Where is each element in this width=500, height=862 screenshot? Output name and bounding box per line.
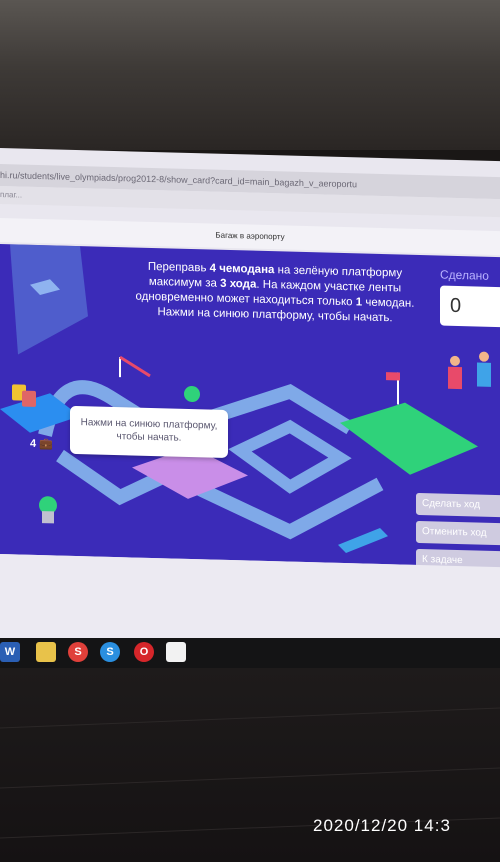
instruction-text: на зелёную платформу [274, 264, 403, 280]
finish-platform[interactable] [340, 401, 478, 477]
plant-pot [42, 511, 54, 524]
skype-alt-icon[interactable]: S [100, 642, 120, 662]
taskbar: W S S O [0, 638, 500, 668]
instruction-text: максимум за [148, 275, 221, 290]
moves-counter: Сделано 0 [440, 268, 500, 332]
undo-move-button[interactable]: Отменить ход [416, 520, 500, 546]
person-body [448, 366, 462, 390]
monitor-bezel [0, 0, 500, 150]
suitcase-icon: 💼 [39, 438, 53, 451]
task-instruction: Переправь 4 чемодана на зелёную платформ… [110, 259, 440, 328]
conveyor-belt[interactable] [56, 449, 164, 506]
instruction-highlight: 4 чемодана [209, 262, 275, 277]
conveyor-belt-loop[interactable] [228, 419, 352, 494]
window-shape [10, 244, 88, 355]
person-icon [450, 355, 460, 366]
gate-bar [119, 355, 151, 378]
instruction-text: . На каждом участке ленты [256, 278, 402, 295]
counter-value: 0 [440, 285, 500, 328]
bookmark-item[interactable]: плаг... [0, 190, 22, 200]
suitcase-count-value: 4 [30, 437, 37, 450]
suitcase-count: 4 💼 [30, 437, 53, 451]
game-area: Переправь 4 чемодана на зелёную платформ… [0, 244, 500, 574]
page-title: Багаж в аэропорту [215, 230, 285, 242]
word-icon[interactable]: W [0, 642, 20, 662]
person-body [477, 362, 491, 387]
document-icon[interactable] [166, 642, 186, 662]
skype-icon[interactable]: S [68, 642, 88, 662]
suitcase-icon [22, 390, 36, 407]
instruction-text: чемодан. [362, 296, 415, 310]
make-move-button[interactable]: Сделать ход [416, 492, 500, 518]
counter-label: Сделано [440, 267, 489, 283]
person-icon [479, 351, 489, 362]
plant-icon [184, 386, 200, 403]
hint-tooltip: Нажми на синюю платформу, чтобы начать. [70, 405, 228, 458]
opera-icon[interactable]: O [134, 642, 154, 662]
photo-timestamp: 2020/12/20 14:3 [313, 816, 451, 835]
bench-icon [338, 527, 388, 554]
instruction-text: Переправь [147, 260, 210, 275]
sign-icon [386, 372, 400, 381]
browser-screen: hi.ru/students/live_olympiads/prog2012-8… [0, 148, 500, 672]
folder-icon[interactable] [36, 642, 56, 662]
instruction-highlight: 3 хода [220, 277, 257, 291]
